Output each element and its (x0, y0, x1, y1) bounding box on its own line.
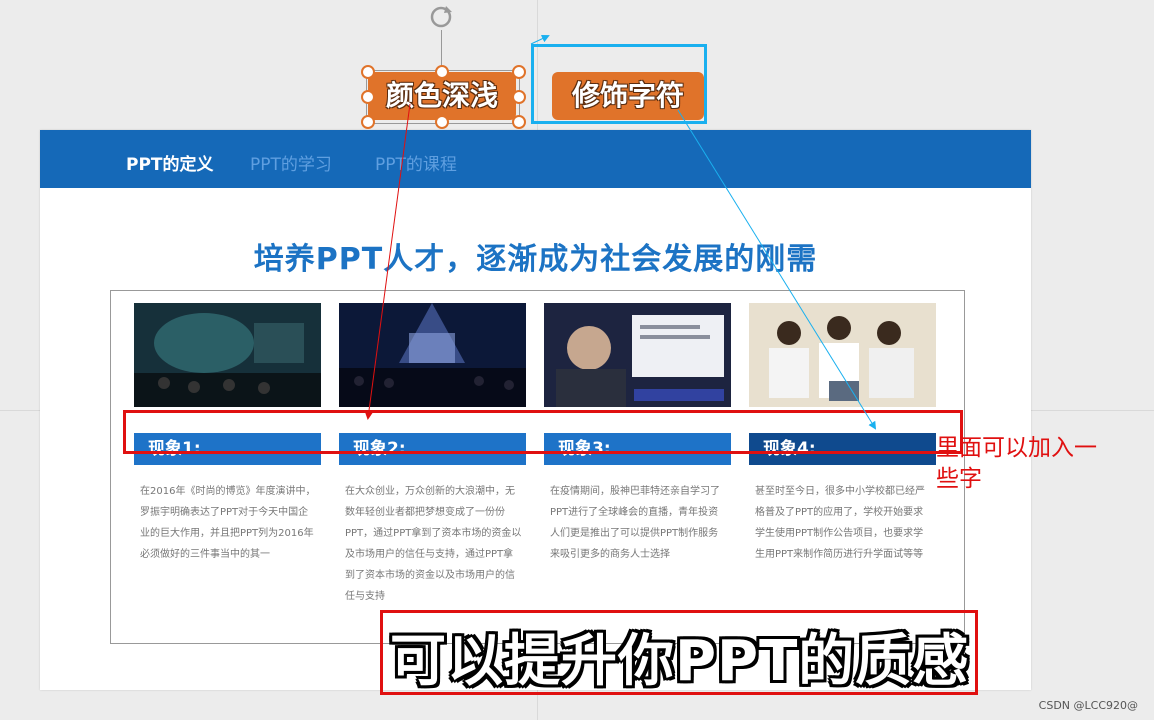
annotation-arrows (364, 34, 877, 430)
watermark: CSDN @LCC920@ (1038, 699, 1138, 712)
video-subtitle: 可以提升你PPT的质感 (390, 629, 970, 694)
